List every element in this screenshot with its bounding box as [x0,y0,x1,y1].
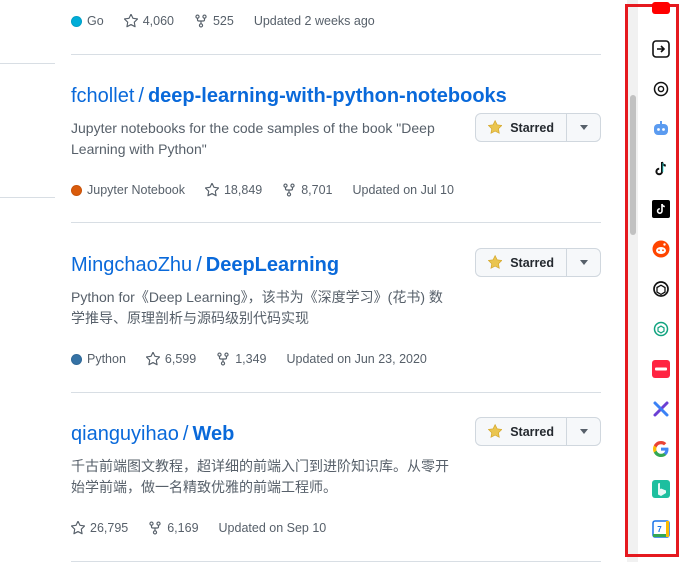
language-color-dot [71,353,82,365]
repo-item: qianguyihao / Web 千古前端图文教程，超详细的前端入门到进阶知识库。… [71,417,601,561]
left-divider [0,197,55,198]
youtube-icon[interactable] [652,2,670,14]
robot-icon[interactable] [652,120,670,138]
language-color-dot [71,184,82,196]
tiktok-dark-icon[interactable] [652,200,670,218]
chatgpt-teal-icon[interactable] [652,320,670,338]
chevron-down-icon [579,429,588,434]
star-icon [123,14,138,28]
xiaohongshu-icon[interactable] [652,360,670,378]
fork-icon [195,14,207,28]
language: Jupyter Notebook [71,183,185,197]
repo-meta: 26,795 6,169 Updated on Sep 10 [71,521,346,535]
repo-description: 千古前端图文教程，超详细的前端入门到进阶知识库。从零开始学前端，做一名精致优雅的… [71,458,449,495]
star-icon [71,521,85,535]
repo-meta: Jupyter Notebook 18,849 8,701 Updated on… [71,183,474,197]
chevron-down-icon [579,125,588,130]
star-icon [145,352,160,366]
divider [71,392,601,393]
repo-owner[interactable]: fchollet [71,85,134,107]
repo-item: MingchaoZhu / DeepLearning Python for《Deep… [71,248,601,392]
starred-button-group: Starred [475,248,601,277]
fork-icon [149,521,161,535]
repo-title-link[interactable]: fchollet / deep-learning-with-python-noteb… [71,83,601,109]
repo-name[interactable]: DeepLearning [206,254,339,276]
bing-icon[interactable] [652,480,670,498]
starred-button[interactable]: Starred [476,418,567,445]
repo-item: fchollet / deep-learning-with-python-noteb… [71,83,601,223]
forks-link[interactable]: 6,169 [148,521,199,535]
google-icon[interactable] [652,440,670,458]
starred-button[interactable]: Starred [476,249,567,276]
stargazers-link[interactable]: 4,060 [123,14,174,28]
svg-text:7: 7 [657,525,662,534]
stargazers-link[interactable]: 6,599 [145,352,196,366]
star-list-dropdown[interactable] [567,114,600,141]
chatgpt-icon[interactable] [652,280,670,298]
forks-link[interactable]: 525 [194,14,234,28]
language-color-dot [71,15,82,27]
star-filled-icon [488,120,503,134]
stargazers-link[interactable]: 26,795 [71,521,128,535]
updated-time: Updated 2 weeks ago [253,14,375,28]
star-list-dropdown[interactable] [567,249,600,276]
fork-icon [217,352,229,366]
readwise-icon[interactable] [652,40,670,58]
language: Go [71,14,104,28]
starred-button-group: Starred [475,113,601,142]
perplexity-icon[interactable] [652,400,670,418]
reddit-icon[interactable] [652,240,670,258]
divider [71,54,601,55]
divider [71,222,601,223]
star-icon [204,183,219,197]
starred-button-group: Starred [475,417,601,446]
repo-name[interactable]: deep-learning-with-python-notebooks [148,85,507,107]
left-divider [0,63,55,64]
repo-description: Python for《Deep Learning》，该书为《深度学习》(花书) … [71,289,443,326]
repo-owner[interactable]: MingchaoZhu [71,254,192,276]
chevron-down-icon [579,260,588,265]
fork-icon [283,183,295,197]
tiktok-icon[interactable] [652,160,670,178]
updated-time: Updated on Sep 10 [218,521,327,535]
star-list-dropdown[interactable] [567,418,600,445]
stargazers-link[interactable]: 18,849 [204,183,262,197]
starred-button[interactable]: Starred [476,114,567,141]
repo-meta: Go 4,060 525 Updated 2 weeks ago [71,14,395,28]
star-filled-icon [488,255,503,269]
updated-time: Updated on Jul 10 [352,183,454,197]
language: Python [71,352,126,366]
forks-link[interactable]: 8,701 [282,183,333,197]
updated-time: Updated on Jun 23, 2020 [286,352,427,366]
repo-owner[interactable]: qianguyihao [71,423,179,445]
calendar-icon[interactable]: 7 [652,520,670,538]
forks-link[interactable]: 1,349 [216,352,266,366]
repo-name[interactable]: Web [192,423,234,445]
openai-icon[interactable] [652,80,670,98]
repo-description: Jupyter notebooks for the code samples o… [71,120,435,157]
star-filled-icon [488,424,503,438]
repo-meta: Python 6,599 1,349 Updated on Jun 23, 20… [71,352,447,366]
